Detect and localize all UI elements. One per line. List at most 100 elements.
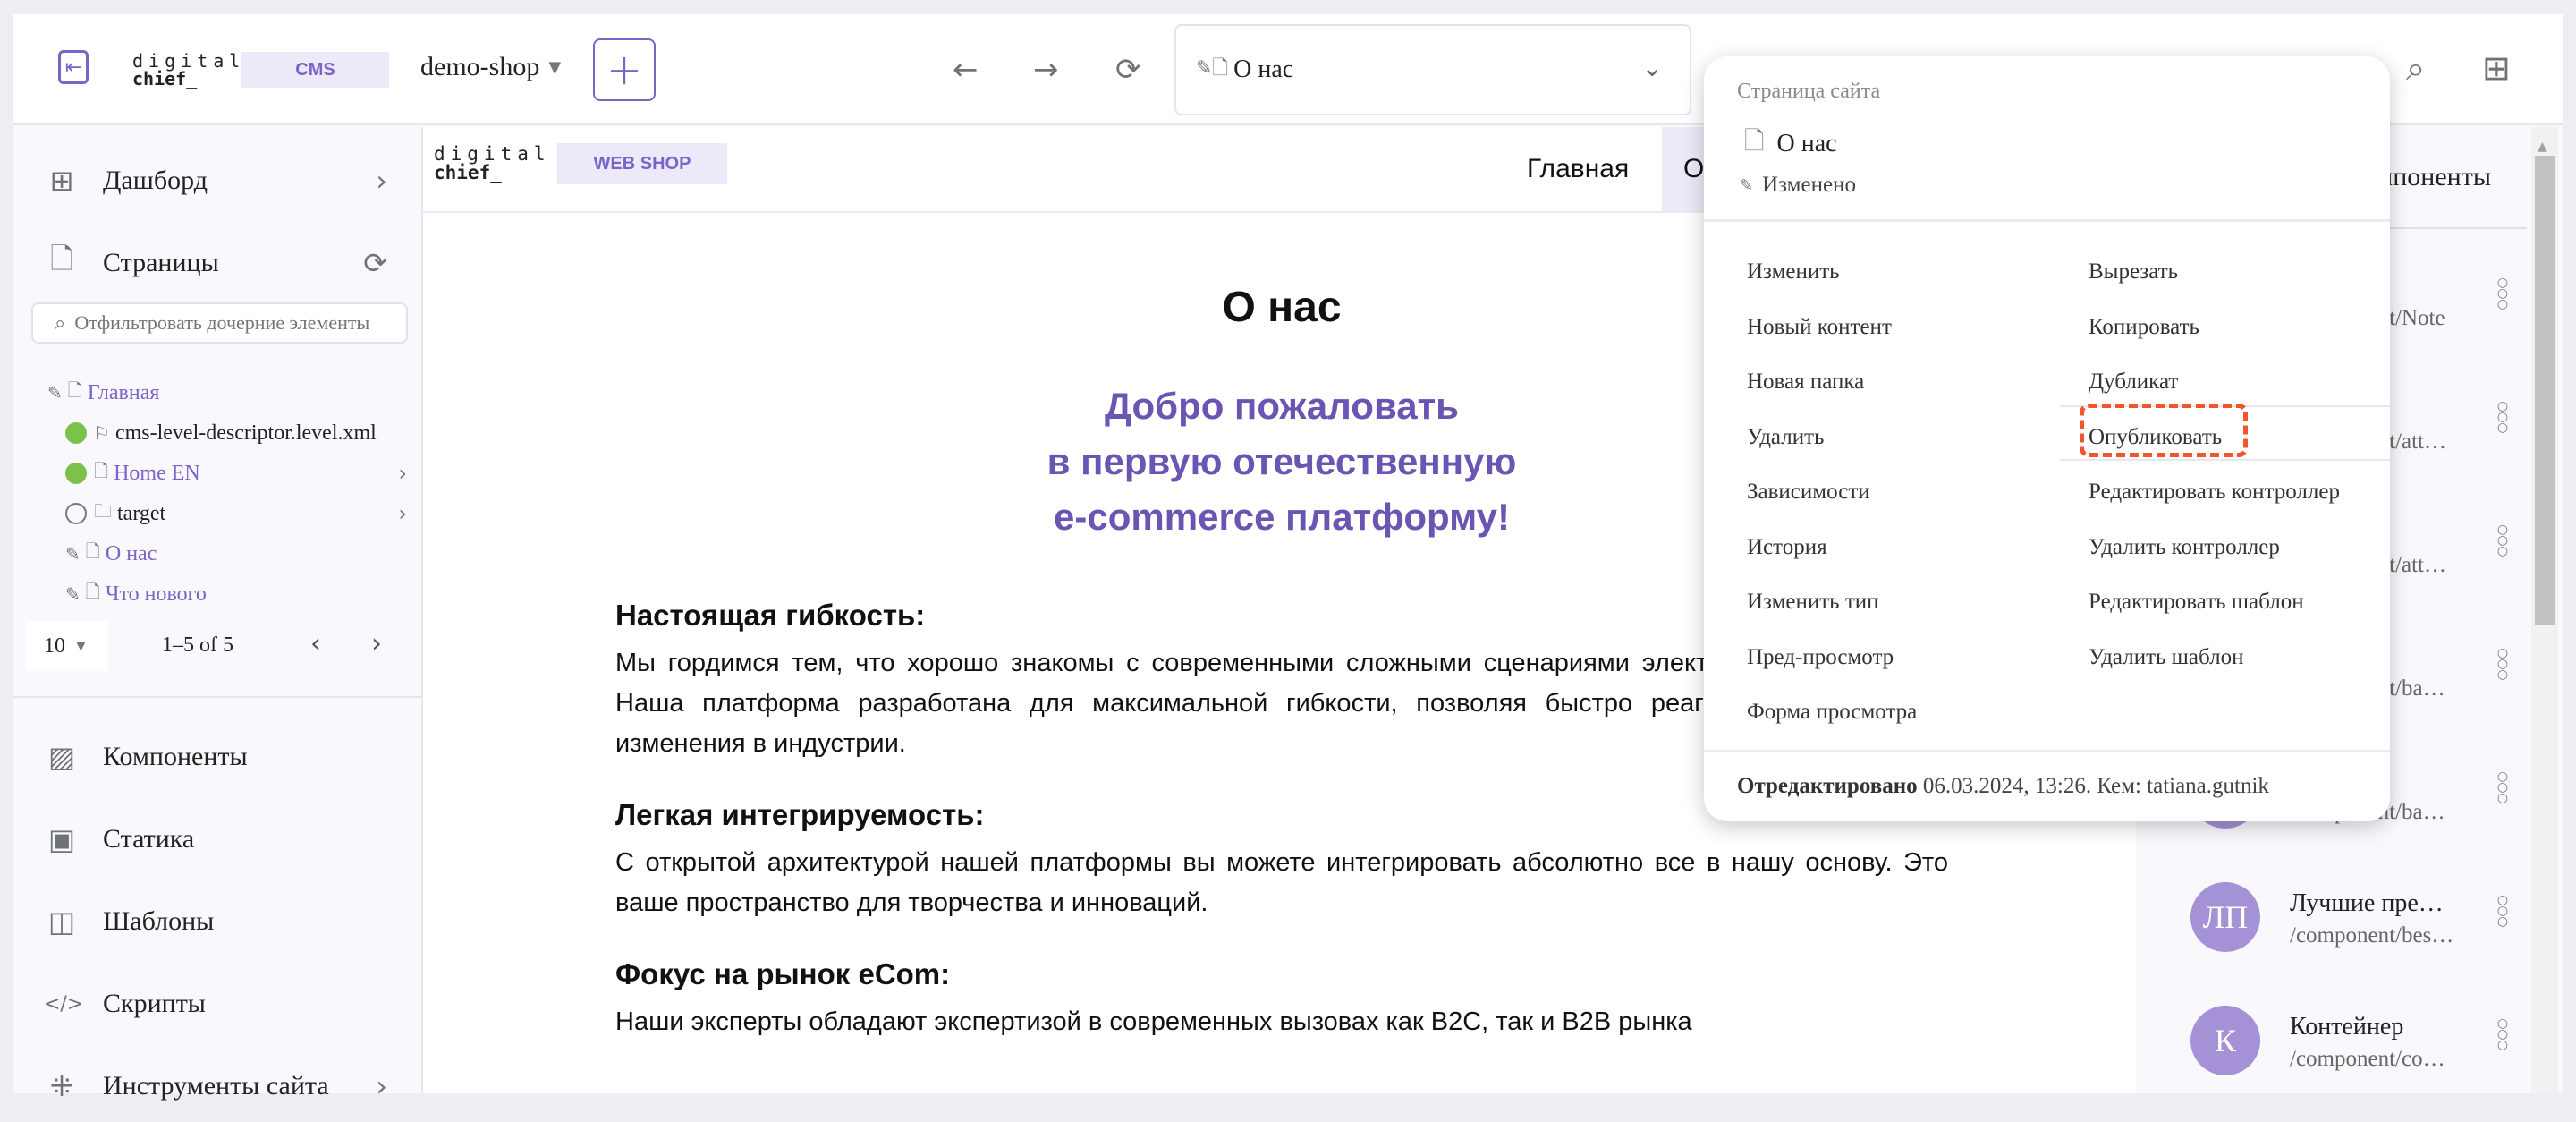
avatar: ЛП bbox=[2190, 882, 2260, 952]
item-name: 🗋 О нас bbox=[1744, 123, 1837, 166]
scrollbar-thumb[interactable] bbox=[2535, 156, 2555, 625]
webshop-logo: digital chief_ bbox=[434, 145, 551, 183]
item-status-text: Изменено bbox=[1762, 173, 1856, 197]
page-icon: 🗋 bbox=[50, 242, 73, 276]
more-options-icon[interactable]: ○ ○ ○ bbox=[2496, 276, 2510, 310]
menu-item[interactable]: Новый контент bbox=[1747, 315, 1892, 340]
template-icon: ◫ bbox=[47, 905, 76, 939]
logo-line1: digital bbox=[434, 143, 551, 165]
menu-item[interactable]: Удалить контроллер bbox=[2089, 535, 2280, 560]
menu-item[interactable]: Копировать bbox=[2089, 315, 2199, 340]
chevron-right-icon[interactable]: › bbox=[398, 461, 407, 486]
more-options-icon[interactable]: ○ ○ ○ bbox=[2496, 400, 2510, 434]
code-icon: </> bbox=[44, 992, 84, 1016]
tree-item[interactable]: ⚐ cms-level-descriptor.level.xml bbox=[13, 413, 423, 453]
divider bbox=[1704, 219, 2390, 222]
section-text: С открытой архитектурой нашей платформы … bbox=[615, 848, 1948, 917]
menu-item[interactable]: Редактировать контроллер bbox=[2089, 480, 2340, 505]
filter-input[interactable]: ⌕ bbox=[31, 302, 408, 344]
components-icon: ▨ bbox=[47, 740, 76, 774]
sidebar-item-label: Компоненты bbox=[103, 742, 248, 771]
menu-item[interactable]: Удалить bbox=[1747, 425, 1824, 450]
scrollbar[interactable]: ▲ bbox=[2531, 127, 2558, 1093]
scroll-up-icon[interactable]: ▲ bbox=[2538, 140, 2547, 154]
pencil-icon: ✎ bbox=[47, 382, 63, 404]
cms-badge: CMS bbox=[242, 52, 389, 88]
chevron-right-icon: › bbox=[376, 164, 387, 198]
edit-page-icon: ✎🗋 bbox=[1196, 57, 1229, 80]
menu-item[interactable]: Изменить тип bbox=[1747, 590, 1879, 615]
chevron-right-icon: › bbox=[376, 1069, 387, 1103]
menu-item[interactable]: Дубликат bbox=[2089, 370, 2178, 395]
menu-item[interactable]: Форма просмотра bbox=[1747, 700, 1917, 725]
more-options-icon[interactable]: ○ ○ ○ bbox=[2496, 1017, 2510, 1051]
webshop-badge: WEB SHOP bbox=[557, 143, 727, 184]
menu-item[interactable]: Пред-просмотр bbox=[1747, 645, 1894, 670]
menu-item[interactable]: Удалить шаблон bbox=[2089, 645, 2243, 670]
tools-icon: ⁜ bbox=[49, 1069, 74, 1103]
more-options-icon[interactable]: ○ ○ ○ bbox=[2496, 894, 2510, 928]
filter-input-field[interactable] bbox=[74, 311, 397, 335]
menu-item[interactable]: История bbox=[1747, 535, 1827, 560]
chevron-right-icon[interactable]: › bbox=[398, 501, 407, 526]
sidebar-item-components[interactable]: ▨ Компоненты bbox=[13, 721, 423, 793]
page-icon: 🗋 bbox=[85, 540, 100, 562]
tree-item[interactable]: 🗀 target › bbox=[13, 494, 423, 533]
tree-item-label: Главная bbox=[87, 380, 160, 404]
page-icon: 🗋 bbox=[85, 581, 100, 602]
cms-app: ⇤ digital chief_ CMS demo-shop ▼ + ← → ⟳… bbox=[13, 14, 2563, 1103]
sidebar-item-scripts[interactable]: </> Скрипты bbox=[13, 968, 423, 1040]
search-icon[interactable]: ⌕ bbox=[2406, 48, 2425, 89]
menu-item[interactable]: Вырезать bbox=[2089, 259, 2178, 285]
search-icon: ⌕ bbox=[55, 311, 66, 335]
previous-page-button[interactable]: ‹ bbox=[310, 628, 321, 659]
sidebar-item-site-tools[interactable]: ⁜ Инструменты сайта › bbox=[13, 1050, 423, 1122]
page-selector[interactable]: ✎🗋 О нас ⌄ bbox=[1174, 24, 1691, 115]
refresh-icon[interactable]: ⟳ bbox=[363, 246, 387, 280]
menu-item[interactable]: Зависимости bbox=[1747, 480, 1870, 505]
pencil-icon: ✎ bbox=[1740, 175, 1754, 195]
tree-item[interactable]: ✎ 🗋 Что нового bbox=[13, 574, 423, 614]
tree-item[interactable]: 🗋 Home EN › bbox=[13, 454, 423, 493]
menu-item[interactable]: Новая папка bbox=[1747, 370, 1864, 395]
site-selector[interactable]: demo-shop ▼ bbox=[420, 52, 561, 82]
sidebar-item-label: Дашборд bbox=[103, 166, 208, 195]
collapse-sidebar-button[interactable]: ⇤ bbox=[58, 50, 89, 84]
sidebar-item-dashboard[interactable]: ⊞ Дашборд › bbox=[13, 145, 423, 217]
menu-item[interactable]: Изменить bbox=[1747, 259, 1840, 285]
sidebar-item-pages[interactable]: 🗋 Страницы ⟳ bbox=[13, 227, 423, 299]
item-kind: Страница сайта bbox=[1737, 80, 1881, 103]
reload-icon[interactable]: ⟳ bbox=[1115, 52, 1141, 88]
sidebar-item-templates[interactable]: ◫ Шаблоны bbox=[13, 886, 423, 957]
menu-item[interactable]: Редактировать шаблон bbox=[2089, 590, 2304, 615]
add-button[interactable]: + bbox=[593, 38, 656, 101]
sidebar: ⊞ Дашборд › 🗋 Страницы ⟳ ⌕ ✎🗋Главная⚐cms… bbox=[13, 127, 423, 1103]
page-context-menu: Страница сайта 🗋 О нас ✎ Изменено Измени… bbox=[1704, 56, 2390, 821]
component-title: Контейнер bbox=[2290, 1013, 2404, 1041]
component-item[interactable]: ЛП Лучшие пре… /component/bes… ○ ○ ○ bbox=[2151, 855, 2527, 979]
tree-item-label: target bbox=[117, 501, 166, 525]
logo: digital chief_ bbox=[132, 52, 245, 88]
more-options-icon[interactable]: ○ ○ ○ bbox=[2496, 647, 2510, 681]
pencil-icon: ✎ bbox=[65, 543, 80, 565]
tree-pagination: 10 ▼ 1–5 of 5 ‹ › bbox=[13, 621, 423, 673]
more-options-icon[interactable]: ○ ○ ○ bbox=[2496, 523, 2510, 557]
grid-icon[interactable]: ⊞ bbox=[2482, 48, 2511, 88]
page-size-select[interactable]: 10 ▼ bbox=[26, 621, 108, 671]
more-options-icon[interactable]: ○ ○ ○ bbox=[2496, 770, 2510, 804]
page-size-value: 10 bbox=[44, 633, 65, 658]
component-item[interactable]: К Контейнер/component/co… ○ ○ ○ bbox=[2151, 979, 2527, 1102]
sidebar-item-static[interactable]: ▣ Статика bbox=[13, 803, 423, 875]
page-selector-value: О нас bbox=[1233, 55, 1294, 83]
tree-item[interactable]: ✎ 🗋 О нас bbox=[13, 534, 423, 574]
forward-icon[interactable]: → bbox=[1033, 52, 1059, 88]
webshop-nav-home[interactable]: Главная bbox=[1505, 127, 1650, 211]
divider bbox=[13, 696, 423, 698]
page-icon: 🗋 bbox=[94, 460, 109, 481]
component-title: Лучшие пре… bbox=[2290, 889, 2444, 917]
edited-value: 06.03.2024, 13:26. Кем: tatiana.gutnik bbox=[1922, 774, 2269, 798]
edited-info: Отредактировано 06.03.2024, 13:26. Кем: … bbox=[1737, 774, 2269, 799]
next-page-button[interactable]: › bbox=[371, 628, 382, 659]
back-icon[interactable]: ← bbox=[953, 52, 979, 88]
tree-item[interactable]: ✎ 🗋 Главная bbox=[13, 373, 423, 412]
